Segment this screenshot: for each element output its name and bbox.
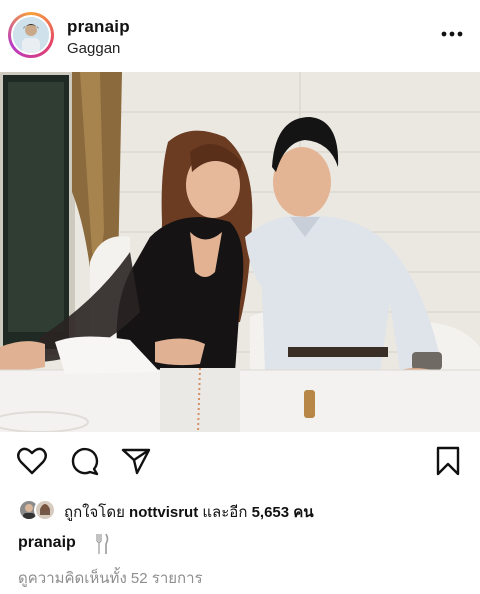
bookmark-icon[interactable] [434,445,462,482]
likes-count[interactable]: 5,653 [252,504,290,521]
story-ring[interactable] [8,12,54,58]
avatar [34,499,56,521]
likes-middle: และอีก [202,504,248,521]
fork-knife-icon [94,533,110,555]
liker-avatars [18,499,62,521]
likes-suffix[interactable]: คน [293,504,313,521]
caption-username[interactable]: pranaip [18,534,76,552]
heart-icon[interactable] [16,445,48,482]
post-photo[interactable] [0,72,480,432]
action-bar [0,445,480,485]
post-location[interactable]: Gaggan [67,40,120,57]
comment-icon[interactable] [69,445,101,482]
post-username[interactable]: pranaip [67,17,130,37]
avatar[interactable] [11,15,51,55]
more-horizontal-icon[interactable] [438,24,466,44]
view-comments-link[interactable]: ดูความคิดเห็นทั้ง 52 รายการ [18,566,203,590]
likes-row[interactable]: ถูกใจโดย nottvisrut และอีก 5,653 คน [18,497,468,523]
likes-text[interactable]: ถูกใจโดย nottvisrut และอีก 5,653 คน [64,500,314,524]
share-icon[interactable] [120,445,152,482]
likes-prefix: ถูกใจโดย [64,504,125,521]
likes-user[interactable]: nottvisrut [129,504,198,521]
post-header: pranaip Gaggan [0,0,480,72]
